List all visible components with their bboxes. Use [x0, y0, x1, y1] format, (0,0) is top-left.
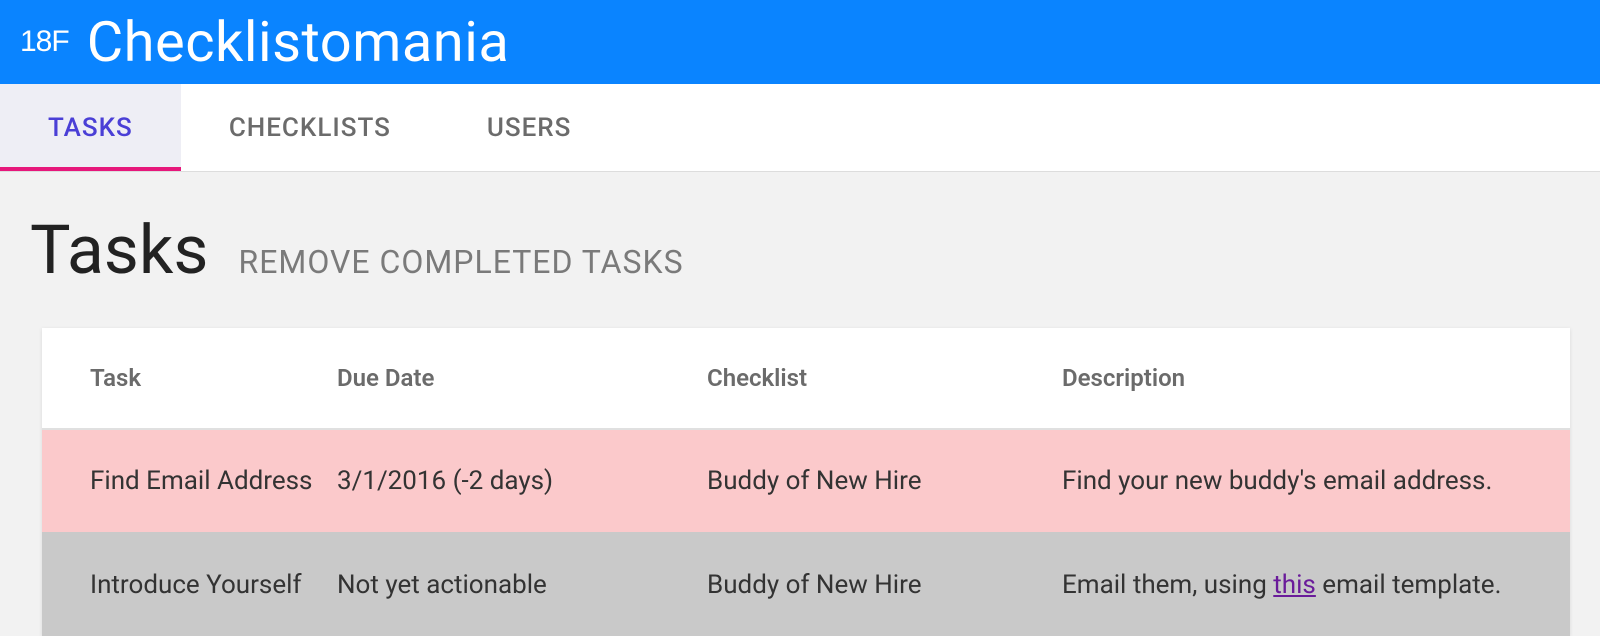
- desc-text: Find your new buddy's email address.: [1062, 466, 1492, 496]
- main-content: Tasks REMOVE COMPLETED TASKS Task Due Da…: [0, 172, 1600, 636]
- table-row[interactable]: Find Email Address 3/1/2016 (-2 days) Bu…: [42, 429, 1570, 533]
- tab-checklists[interactable]: CHECKLISTS: [181, 84, 439, 171]
- tab-label: TASKS: [48, 113, 133, 143]
- app-title: Checklistomania: [87, 9, 510, 75]
- cell-task: Find Email Address: [42, 429, 337, 533]
- logo: 18F Checklistomania: [20, 9, 509, 75]
- col-description: Description: [1062, 328, 1570, 429]
- template-link[interactable]: this: [1273, 570, 1316, 600]
- tab-users[interactable]: USERS: [439, 84, 620, 171]
- cell-due: 3/1/2016 (-2 days): [337, 429, 707, 533]
- cell-checklist: Buddy of New Hire: [707, 533, 1062, 636]
- tab-tasks[interactable]: TASKS: [0, 84, 181, 171]
- cell-description: Find your new buddy's email address.: [1062, 429, 1570, 533]
- col-due: Due Date: [337, 328, 707, 429]
- tab-label: USERS: [487, 113, 572, 143]
- nav-tabs: TASKS CHECKLISTS USERS: [0, 84, 1600, 172]
- tasks-table-container: Task Due Date Checklist Description Find…: [42, 328, 1570, 636]
- page-heading: Tasks REMOVE COMPLETED TASKS: [30, 210, 1570, 290]
- app-header: 18F Checklistomania: [0, 0, 1600, 84]
- desc-text-pre: Email them, using: [1062, 570, 1273, 600]
- cell-checklist: Buddy of New Hire: [707, 429, 1062, 533]
- desc-text-post: email template.: [1316, 570, 1502, 600]
- logo-mark: 18F: [20, 25, 69, 59]
- page-title: Tasks: [30, 210, 208, 290]
- table-row[interactable]: Introduce Yourself Not yet actionable Bu…: [42, 533, 1570, 636]
- col-checklist: Checklist: [707, 328, 1062, 429]
- col-task: Task: [42, 328, 337, 429]
- cell-description: Email them, using this email template.: [1062, 533, 1570, 636]
- remove-completed-button[interactable]: REMOVE COMPLETED TASKS: [238, 243, 683, 281]
- table-header-row: Task Due Date Checklist Description: [42, 328, 1570, 429]
- tasks-table: Task Due Date Checklist Description Find…: [42, 328, 1570, 636]
- cell-task: Introduce Yourself: [42, 533, 337, 636]
- cell-due: Not yet actionable: [337, 533, 707, 636]
- tab-label: CHECKLISTS: [229, 113, 391, 143]
